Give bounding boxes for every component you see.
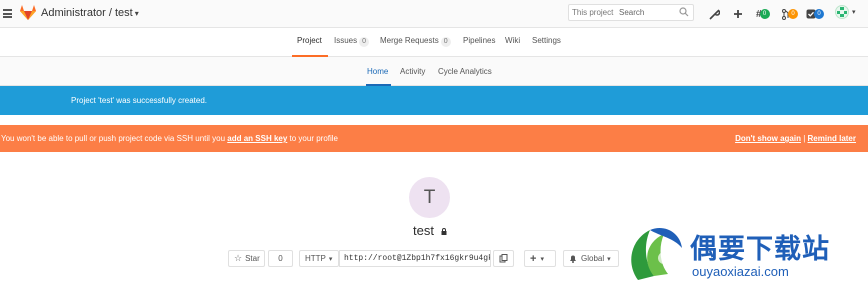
watermark-logo-icon <box>631 228 682 280</box>
star-count[interactable]: 0 <box>268 250 293 267</box>
ssh-warning-message: You won't be able to pull or push projec… <box>1 134 338 143</box>
star-button[interactable]: ☆ Star <box>228 250 265 267</box>
watermark-url: ouyaoxiazai.com <box>692 264 789 279</box>
subtab-home[interactable]: Home <box>367 67 388 76</box>
project-sub-tabs: Home Activity Cycle Analytics <box>0 57 868 86</box>
user-menu-caret-icon[interactable]: ▾ <box>852 8 856 16</box>
breadcrumb-text[interactable]: Administrator / test <box>41 7 133 19</box>
plus-icon: + <box>530 252 537 265</box>
todos-count-badge: 0 <box>814 9 824 19</box>
star-icon: ☆ <box>234 253 243 263</box>
project-nav-tabs: Project Issues 0 Merge Requests 0 Pipeline… <box>0 28 868 57</box>
search-input[interactable] <box>619 6 679 19</box>
chevron-down-icon: ▾ <box>328 255 333 263</box>
issues-count-badge: 0 <box>759 9 770 19</box>
lock-icon <box>441 228 447 236</box>
subtab-cycle-analytics[interactable]: Cycle Analytics <box>438 67 492 76</box>
tab-merge-requests-label: Merge Requests <box>380 36 439 45</box>
merge-requests-count-badge: 0 <box>788 9 798 19</box>
action-separator: | <box>803 134 806 143</box>
clipboard-icon <box>499 254 508 263</box>
gitlab-logo-icon[interactable] <box>20 5 36 20</box>
dont-show-again-link[interactable]: Don't show again <box>735 134 801 143</box>
notification-level-label: Global <box>581 254 605 263</box>
tab-issues-count: 0 <box>359 37 370 47</box>
copy-url-button[interactable] <box>493 250 514 267</box>
protocol-label: HTTP <box>305 254 326 263</box>
ssh-warning-text-before: You won't be able to pull or push projec… <box>1 134 228 143</box>
top-navbar: Administrator / test▾ This project # 0 0… <box>0 0 868 28</box>
ssh-warning-text-after: to your profile <box>287 134 338 143</box>
new-item-dropdown[interactable]: + ▾ <box>524 250 556 267</box>
ssh-key-warning-banner: You won't be able to pull or push projec… <box>0 125 868 152</box>
merge-requests-nav-button[interactable]: 0 <box>782 7 798 21</box>
search-icon <box>679 7 689 17</box>
bell-icon <box>570 255 576 263</box>
tab-settings[interactable]: Settings <box>532 36 561 45</box>
chevron-down-icon[interactable]: ▾ <box>135 9 139 18</box>
menu-icon[interactable] <box>3 9 12 18</box>
flash-notice-text: Project 'test' was successfully created. <box>71 96 207 105</box>
tab-issues-label: Issues <box>334 36 358 45</box>
star-label: Star <box>245 254 260 263</box>
user-avatar[interactable] <box>835 5 849 19</box>
subtab-activity[interactable]: Activity <box>400 67 425 76</box>
tab-pipelines[interactable]: Pipelines <box>463 36 495 45</box>
tab-wiki[interactable]: Wiki <box>505 36 520 45</box>
project-breadcrumb[interactable]: Administrator / test ▾ <box>41 7 139 19</box>
project-title: test <box>413 223 447 238</box>
project-avatar: T <box>409 177 450 218</box>
add-ssh-key-link[interactable]: add an SSH key <box>227 134 287 143</box>
chevron-down-icon: ▾ <box>607 255 611 263</box>
search-scope-label: This project <box>572 8 614 17</box>
flash-notice: Project 'test' was successfully created. <box>0 86 868 115</box>
plus-icon[interactable] <box>733 7 743 21</box>
admin-wrench-icon[interactable] <box>709 7 720 21</box>
site-watermark: 偶要下载站 ouyaoxiazai.com <box>624 224 868 286</box>
tab-merge-requests-count: 0 <box>440 37 451 47</box>
issues-nav-button[interactable]: # 0 <box>756 7 770 21</box>
ssh-warning-actions: Don't show again | Remind later <box>735 134 856 143</box>
project-name: test <box>413 223 434 238</box>
search-box[interactable]: This project <box>568 4 694 21</box>
todos-nav-button[interactable]: 0 <box>806 7 824 21</box>
tab-issues[interactable]: Issues 0 <box>334 36 370 47</box>
watermark-title: 偶要下载站 <box>690 234 830 264</box>
notification-dropdown[interactable]: Global ▾ <box>563 250 619 267</box>
remind-later-link[interactable]: Remind later <box>808 134 856 143</box>
chevron-down-icon: ▾ <box>540 255 544 263</box>
clone-url-field[interactable]: http://root@1Zbp1h7fx16gkr9u4gk8 <box>339 250 491 267</box>
tab-merge-requests[interactable]: Merge Requests 0 <box>380 36 451 47</box>
tab-project[interactable]: Project <box>297 36 322 45</box>
clone-protocol-dropdown[interactable]: HTTP ▾ <box>299 250 339 267</box>
